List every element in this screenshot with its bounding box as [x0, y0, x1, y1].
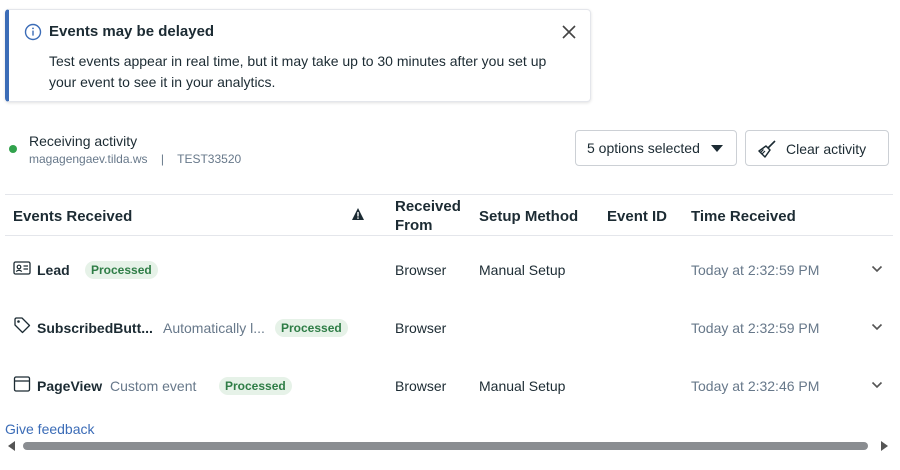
scroll-right-icon[interactable] — [881, 441, 888, 451]
header-setup-method[interactable]: Setup Method — [479, 207, 578, 226]
scroll-left-icon[interactable] — [8, 441, 15, 451]
close-icon[interactable] — [560, 23, 578, 41]
status-dot — [9, 145, 17, 153]
caret-down-icon — [711, 145, 723, 152]
header-time-received[interactable]: Time Received — [691, 207, 796, 226]
received-from: Browser — [395, 378, 447, 394]
browser-window-icon — [13, 376, 31, 392]
warning-icon[interactable] — [351, 207, 365, 221]
event-description: Automatically l... — [163, 320, 265, 336]
scrollbar-thumb[interactable] — [23, 442, 868, 450]
chevron-down-icon[interactable] — [871, 323, 883, 331]
info-icon — [24, 23, 42, 41]
delay-notice-banner: Events may be delayed Test events appear… — [5, 9, 591, 102]
banner-title: Events may be delayed — [49, 23, 215, 40]
setup-method: Manual Setup — [479, 262, 566, 278]
setup-method: Manual Setup — [479, 378, 566, 394]
event-name: SubscribedButt... — [37, 320, 153, 336]
options-select[interactable]: 5 options selected — [575, 130, 737, 166]
give-feedback-link[interactable]: Give feedback — [5, 421, 95, 437]
status-test-code: TEST33520 — [177, 152, 242, 166]
time-received: Today at 2:32:59 PM — [691, 262, 820, 278]
status-badge: Processed — [275, 319, 348, 337]
time-received: Today at 2:32:59 PM — [691, 320, 820, 336]
chevron-down-icon[interactable] — [871, 381, 883, 389]
status-badge: Processed — [219, 377, 292, 395]
tag-icon — [14, 317, 31, 334]
header-event-id[interactable]: Event ID — [607, 207, 667, 226]
event-name: PageView — [37, 378, 103, 394]
clear-activity-label: Clear activity — [786, 141, 867, 157]
options-select-label: 5 options selected — [587, 140, 700, 156]
table-row[interactable]: PageView Custom event Processed Browser … — [5, 356, 893, 414]
banner-body: Test events appear in real time, but it … — [49, 53, 547, 90]
status-badge: Processed — [85, 261, 158, 279]
table-header: Events Received Received From Setup Meth… — [5, 194, 893, 236]
status-subtitle: magagengaev.tilda.ws | TEST33520 — [29, 152, 241, 166]
event-name: Lead — [37, 262, 70, 278]
header-received-from-line1: Received — [395, 198, 461, 215]
table-row[interactable]: Lead Processed Browser Manual Setup Toda… — [5, 240, 893, 298]
header-events-received[interactable]: Events Received — [13, 207, 132, 226]
broom-icon — [758, 140, 776, 158]
status-separator: | — [160, 152, 164, 166]
status-title: Receiving activity — [29, 133, 138, 149]
chevron-down-icon[interactable] — [871, 265, 883, 273]
time-received: Today at 2:32:46 PM — [691, 378, 820, 394]
id-card-icon — [13, 261, 31, 275]
table-row[interactable]: SubscribedButt... Automatically l... Pro… — [5, 298, 893, 356]
clear-activity-button[interactable]: Clear activity — [745, 130, 889, 166]
event-description: Custom event — [110, 378, 197, 394]
received-from: Browser — [395, 320, 447, 336]
status-domain: magagengaev.tilda.ws — [29, 152, 148, 166]
horizontal-scrollbar[interactable] — [5, 439, 891, 453]
received-from: Browser — [395, 262, 447, 278]
header-received-from[interactable]: Received From — [395, 197, 461, 235]
header-received-from-line2: From — [395, 217, 433, 234]
